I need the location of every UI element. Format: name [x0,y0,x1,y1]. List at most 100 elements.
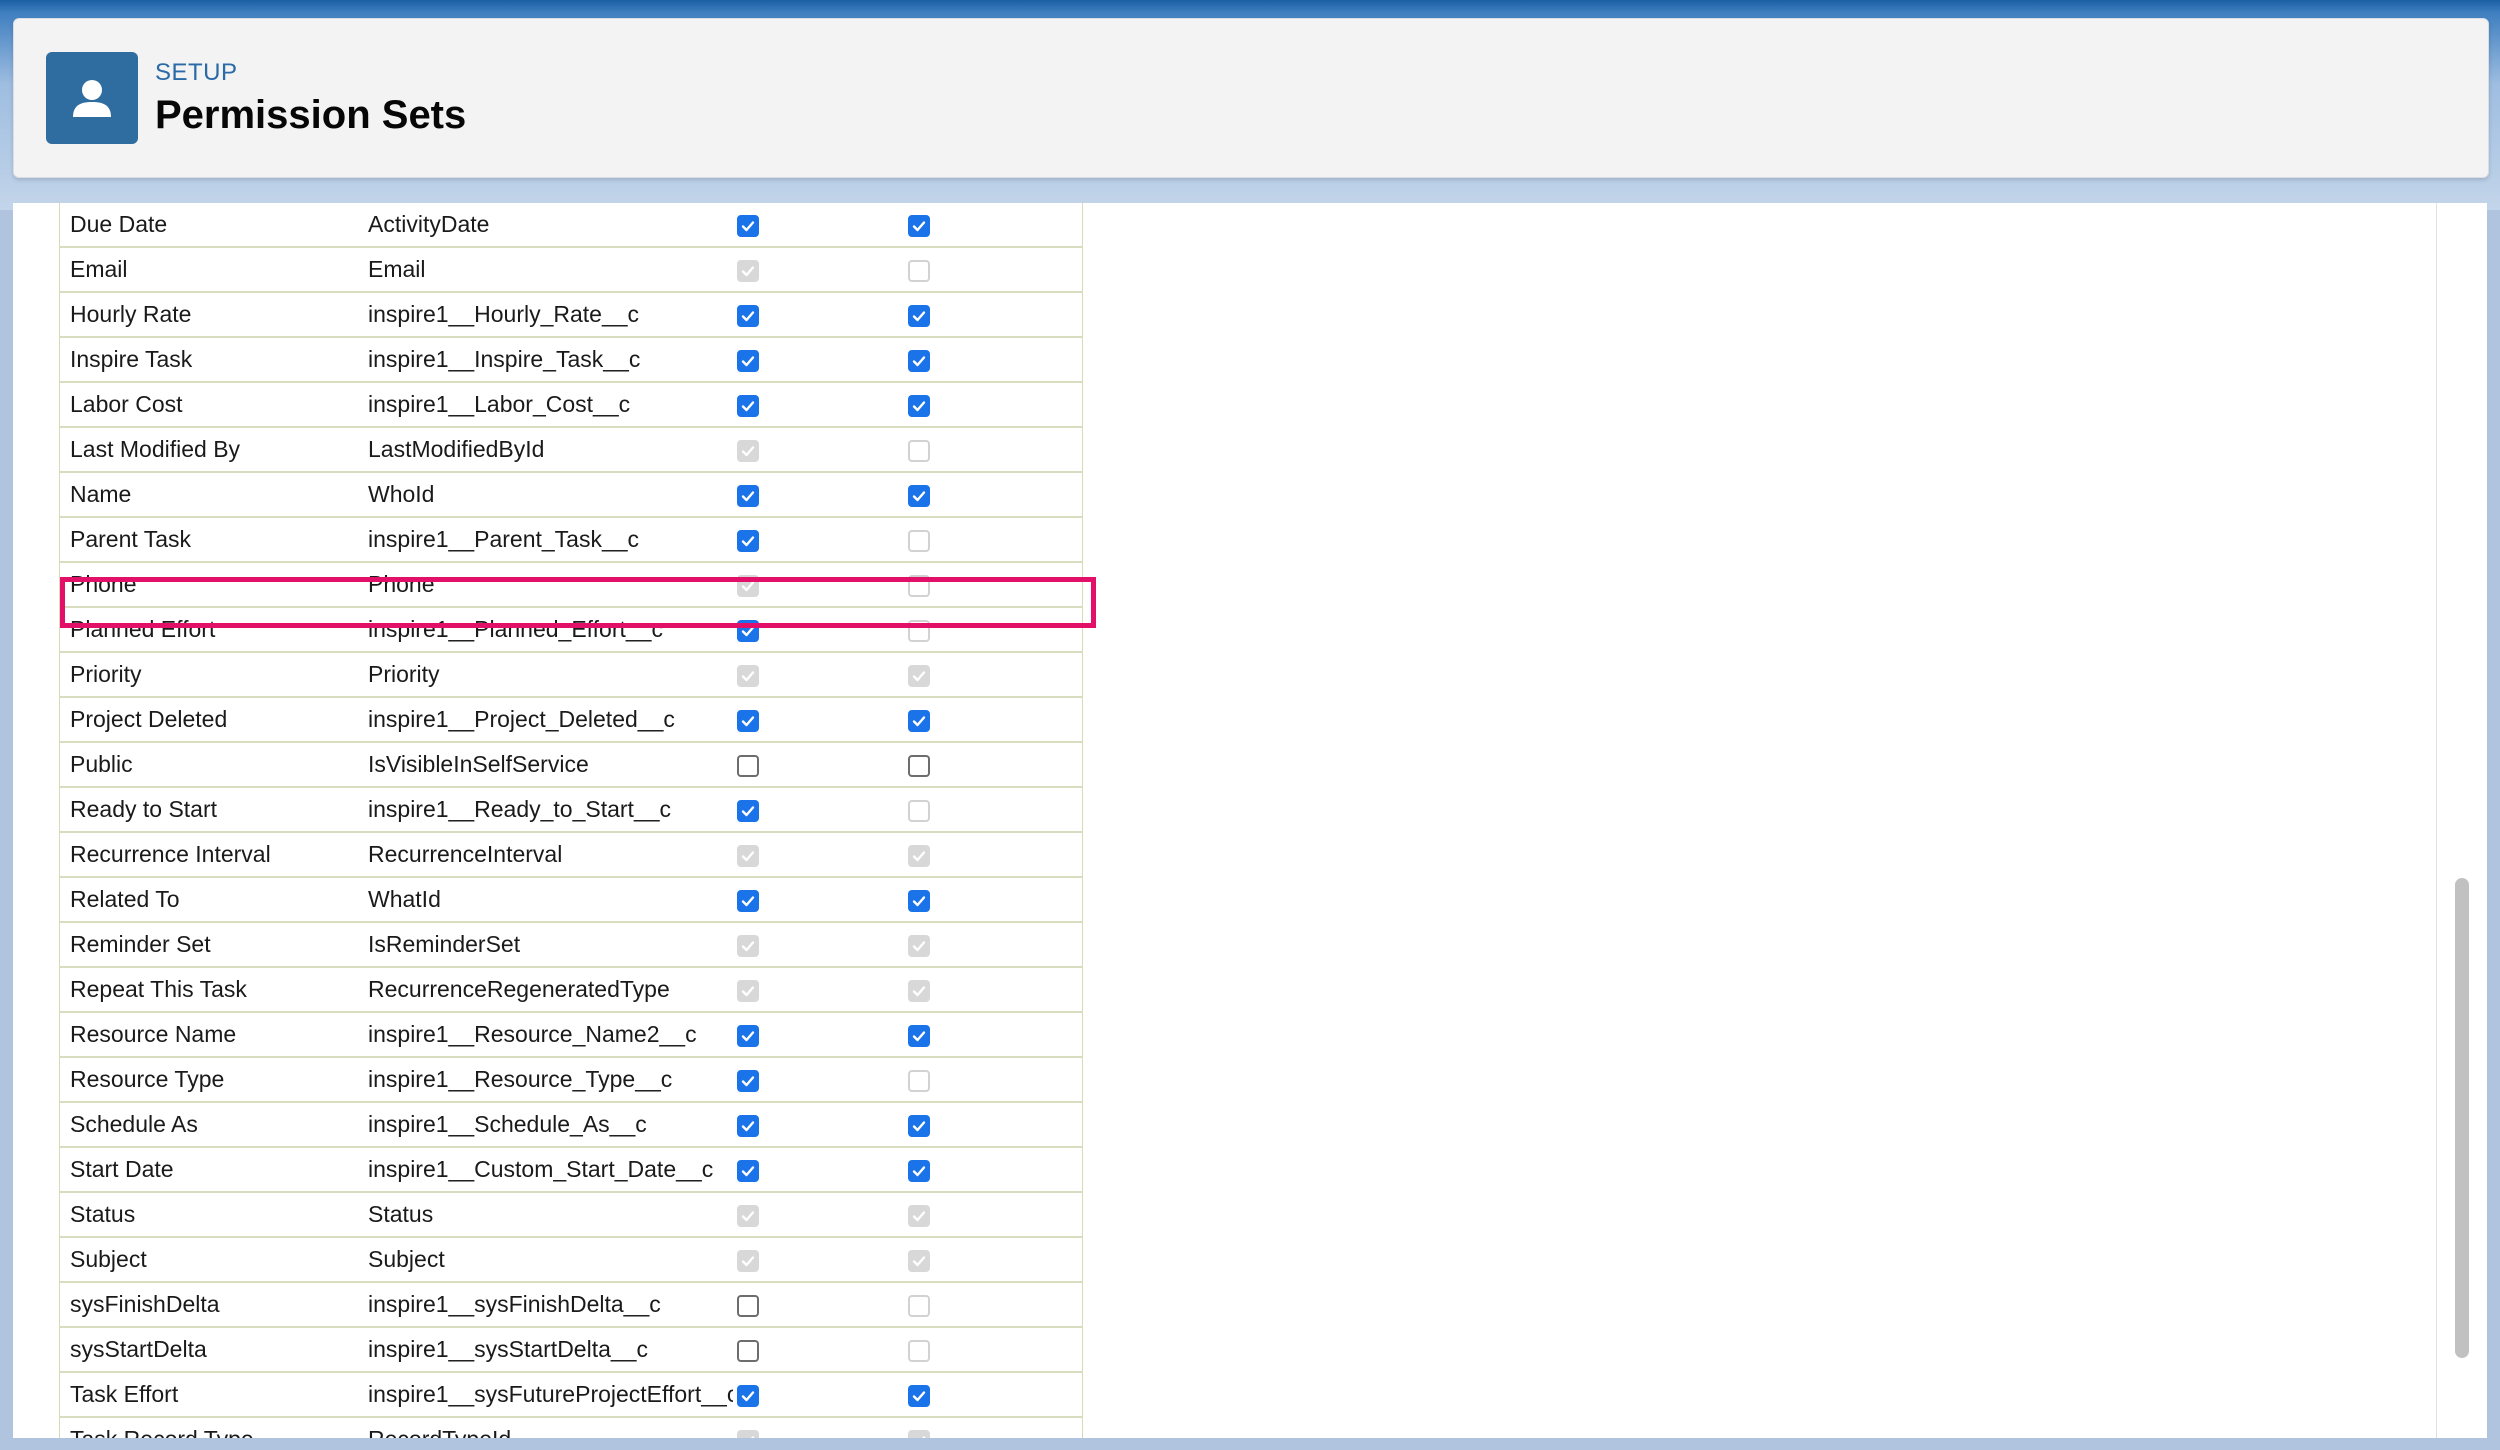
edit-access-checkbox[interactable] [908,304,930,327]
edit-access-cell [908,607,1083,653]
field-api-name: inspire1__sysFinishDelta__c [368,1282,733,1328]
read-access-cell [733,472,908,518]
edit-access-checkbox [908,1339,930,1362]
edit-access-checkbox [908,844,930,867]
read-access-checkbox[interactable] [737,1024,759,1047]
field-label: Inspire Task [59,337,368,383]
edit-access-cell [908,1372,1083,1418]
field-label: Email [59,247,368,293]
edit-access-checkbox[interactable] [908,754,930,777]
edit-access-checkbox[interactable] [908,214,930,237]
table-row: Name WhoId [59,472,1083,518]
table-row: Project Deleted inspire1__Project_Deleted… [59,697,1083,743]
field-label: Recurrence Interval [59,832,368,878]
read-access-cell [733,1192,908,1238]
read-access-checkbox [737,664,759,687]
edit-access-cell [908,922,1083,968]
read-access-checkbox[interactable] [737,484,759,507]
table-row: Subject Subject [59,1237,1083,1283]
read-access-checkbox[interactable] [737,214,759,237]
read-access-checkbox[interactable] [737,754,759,777]
field-label: Status [59,1192,368,1238]
field-api-name: RecurrenceInterval [368,832,733,878]
read-access-cell [733,1147,908,1193]
edit-access-checkbox [908,1249,930,1272]
read-access-checkbox[interactable] [737,1294,759,1317]
edit-access-cell [908,247,1083,293]
field-api-name: RecordTypeId [368,1417,733,1438]
field-api-name: inspire1__Inspire_Task__c [368,337,733,383]
read-access-checkbox[interactable] [737,889,759,912]
table-row: Inspire Task inspire1__Inspire_Task__c [59,337,1083,383]
read-access-checkbox [737,439,759,462]
field-api-name: IsVisibleInSelfService [368,742,733,788]
edit-access-checkbox[interactable] [908,1384,930,1407]
read-access-checkbox[interactable] [737,304,759,327]
edit-access-cell [908,472,1083,518]
field-label: Priority [59,652,368,698]
field-api-name: inspire1__Schedule_As__c [368,1102,733,1148]
edit-access-cell [908,742,1083,788]
table-row: sysStartDelta inspire1__sysStartDelta__c [59,1327,1083,1373]
read-access-cell [733,1012,908,1058]
edit-access-checkbox[interactable] [908,709,930,732]
edit-access-checkbox [908,619,930,642]
edit-access-checkbox [908,574,930,597]
edit-access-checkbox [908,979,930,1002]
field-api-name: inspire1__Hourly_Rate__c [368,292,733,338]
edit-access-checkbox[interactable] [908,484,930,507]
field-api-name: Email [368,247,733,293]
edit-access-cell [908,203,1083,248]
edit-access-checkbox [908,1069,930,1092]
read-access-checkbox [737,979,759,1002]
edit-access-checkbox[interactable] [908,1159,930,1182]
edit-access-checkbox[interactable] [908,394,930,417]
field-api-name: WhatId [368,877,733,923]
field-api-name: inspire1__Resource_Name2__c [368,1012,733,1058]
read-access-checkbox[interactable] [737,1114,759,1137]
table-row: Ready to Start inspire1__Ready_to_Start__… [59,787,1083,833]
read-access-checkbox[interactable] [737,394,759,417]
table-row: Email Email [59,247,1083,293]
read-access-checkbox[interactable] [737,349,759,372]
read-access-cell [733,1057,908,1103]
field-permissions-table: Due Date ActivityDate Email Email Hourly Rat… [59,203,1083,1438]
read-access-checkbox [737,574,759,597]
read-access-cell [733,832,908,878]
edit-access-checkbox[interactable] [908,349,930,372]
scrollbar[interactable] [2436,203,2487,1438]
read-access-cell [733,607,908,653]
read-access-checkbox[interactable] [737,799,759,822]
read-access-cell [733,247,908,293]
read-access-cell [733,1237,908,1283]
read-access-checkbox[interactable] [737,619,759,642]
read-access-cell [733,292,908,338]
read-access-cell [733,517,908,563]
read-access-checkbox[interactable] [737,529,759,552]
edit-access-checkbox[interactable] [908,1024,930,1047]
read-access-checkbox[interactable] [737,1339,759,1362]
read-access-checkbox [737,844,759,867]
edit-access-cell [908,1282,1083,1328]
table-row: Start Date inspire1__Custom_Start_Date__c [59,1147,1083,1193]
read-access-checkbox[interactable] [737,1159,759,1182]
table-row: Labor Cost inspire1__Labor_Cost__c [59,382,1083,428]
read-access-checkbox[interactable] [737,1069,759,1092]
edit-access-checkbox[interactable] [908,1114,930,1137]
read-access-cell [733,742,908,788]
edit-access-cell [908,292,1083,338]
user-icon [46,52,138,144]
scrollbar-thumb[interactable] [2455,878,2469,1358]
edit-access-checkbox[interactable] [908,889,930,912]
read-access-checkbox [737,1429,759,1438]
read-access-cell [733,1417,908,1438]
field-label: Task Record Type [59,1417,368,1438]
field-label: Last Modified By [59,427,368,473]
read-access-cell [733,652,908,698]
table-row: Schedule As inspire1__Schedule_As__c [59,1102,1083,1148]
read-access-cell [733,697,908,743]
field-label: Due Date [59,203,368,248]
read-access-checkbox[interactable] [737,1384,759,1407]
read-access-cell [733,877,908,923]
read-access-checkbox[interactable] [737,709,759,732]
